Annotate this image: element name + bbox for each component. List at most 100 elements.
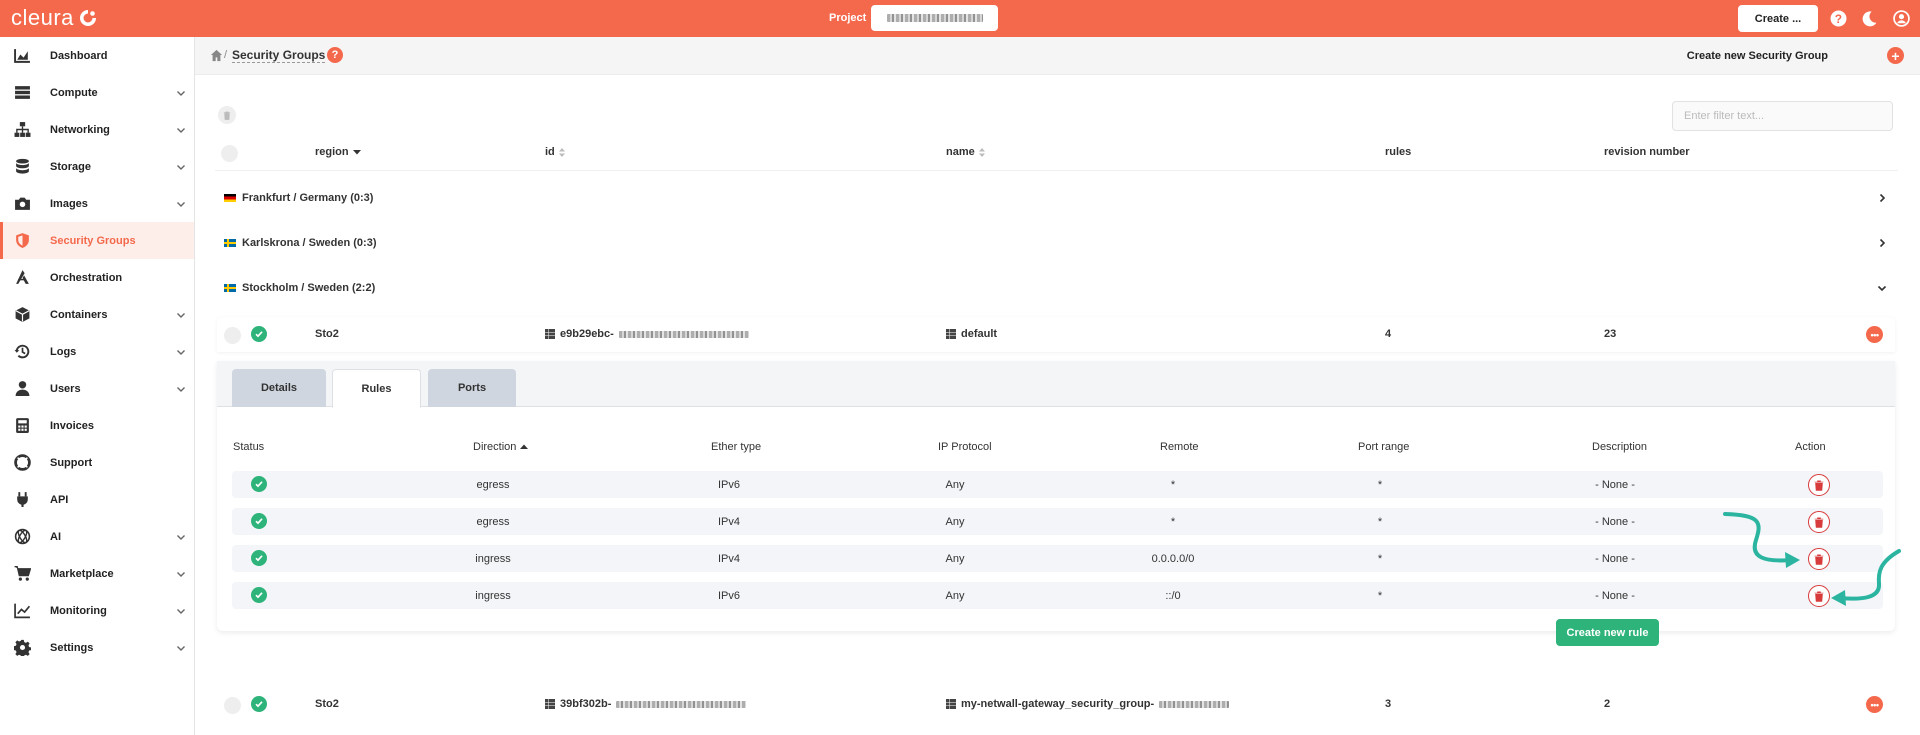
sidebar-item-storage[interactable]: Storage [0,148,194,185]
rule-ether: IPv4 [717,516,741,528]
trash-icon [1814,554,1824,565]
sidebar-item-dashboard[interactable]: Dashboard [0,37,194,74]
table-row[interactable]: Sto2 39bf302b- my-netwall-gateway_securi… [217,687,1895,722]
sidebar-item-containers[interactable]: Containers [0,296,194,333]
home-icon[interactable] [210,49,223,62]
delete-rule-button[interactable] [1808,511,1830,533]
create-rule-button[interactable]: Create new rule [1556,619,1659,646]
sort-desc-icon [352,150,361,155]
select-all-checkbox[interactable] [221,145,238,162]
sidebar-item-orchestration[interactable]: Orchestration [0,259,194,296]
name-cell[interactable]: default [946,328,997,340]
rule-port: * [1377,516,1383,528]
lifebuoy-icon [14,454,31,471]
region-label: Frankfurt / Germany (0:3) [242,192,374,204]
create-button[interactable]: Create ... [1738,5,1818,32]
row-checkbox[interactable] [224,697,241,714]
id-redacted [618,330,749,338]
sidebar-item-label: Marketplace [50,567,114,580]
table-row[interactable]: Sto2 e9b29ebc- default 4 23 ••• [217,317,1895,352]
chevron-right-icon[interactable] [1877,238,1887,248]
help-icon[interactable]: ? [1830,10,1847,27]
rule-description: - None - [1595,553,1635,565]
region-row-frankfurt[interactable]: Frankfurt / Germany (0:3) [224,188,373,208]
sidebar-item-compute[interactable]: Compute [0,74,194,111]
chart-icon [14,49,30,63]
rule-description: - None - [1595,479,1635,491]
trash-icon [1814,591,1824,602]
ai-icon [14,528,31,545]
rule-port: * [1377,479,1383,491]
filter-input[interactable]: Enter filter text... [1672,101,1893,131]
sidebar-item-logs[interactable]: Logs [0,333,194,370]
row-checkbox[interactable] [224,327,241,344]
user-icon[interactable] [1893,10,1910,27]
rule-row: ingress IPv6 Any ::/0 * - None - [232,582,1883,609]
tab-details[interactable]: Details [232,369,326,407]
table-icon [545,699,555,709]
sidebar-item-security-groups[interactable]: Security Groups [0,222,194,259]
id-cell[interactable]: 39bf302b- [545,698,747,710]
delete-rule-button[interactable] [1808,585,1830,607]
sort-icon [558,147,565,157]
sidebar-item-ai[interactable]: AI [0,518,194,555]
sidebar-item-marketplace[interactable]: Marketplace [0,555,194,592]
region-row-karlskrona[interactable]: Karlskrona / Sweden (0:3) [224,233,377,253]
sidebar-item-support[interactable]: Support [0,444,194,481]
security-group-details-panel: Details Rules Ports Status Direction Eth… [217,361,1895,646]
column-header-region[interactable]: region [315,146,361,158]
delete-rule-button[interactable] [1808,548,1830,570]
column-header-id[interactable]: id [545,146,565,158]
column-header-name[interactable]: name [946,146,985,158]
project-select[interactable] [871,5,998,31]
sidebar-item-invoices[interactable]: Invoices [0,407,194,444]
id-value: 39bf302b- [560,698,612,710]
rule-description: - None - [1595,516,1635,528]
shield-icon [16,233,29,248]
chevron-down-icon[interactable] [1877,283,1887,293]
sidebar-item-networking[interactable]: Networking [0,111,194,148]
sidebar-item-label: Dashboard [50,49,108,62]
database-icon [16,158,29,174]
row-actions-button[interactable]: ••• [1866,326,1883,343]
sidebar-item-api[interactable]: API [0,481,194,518]
rule-remote: 0.0.0.0/0 [1151,553,1195,565]
tab-ports[interactable]: Ports [428,369,516,407]
sidebar-item-users[interactable]: Users [0,370,194,407]
rules-cell: 3 [1385,698,1392,710]
sidebar-item-label: Networking [50,123,110,136]
plus-icon[interactable]: + [1887,47,1904,64]
sidebar-item-settings[interactable]: Settings [0,629,194,666]
sidebar-item-monitoring[interactable]: Monitoring [0,592,194,629]
sidebar-item-label: Users [50,382,81,395]
main-content: Enter filter text... region id name rule… [195,75,1920,735]
rules-header-description: Description [1592,441,1648,453]
sidebar-item-images[interactable]: Images [0,185,194,222]
status-ok-icon [251,326,267,342]
bulk-delete-button[interactable] [218,106,236,124]
row-actions-button[interactable]: ••• [1866,696,1883,713]
delete-rule-button[interactable] [1808,474,1830,496]
moon-icon[interactable] [1861,10,1878,27]
orchestration-icon [16,270,29,284]
rule-ether: IPv4 [717,553,741,565]
column-header-rules: rules [1385,146,1411,158]
sidebar-item-label: Compute [50,86,98,99]
rules-header-direction[interactable]: Direction [473,441,529,453]
rule-row: egress IPv4 Any * * - None - [232,508,1883,535]
user-icon [15,381,30,396]
rule-ether: IPv6 [717,479,741,491]
chevron-down-icon [177,312,185,318]
create-security-group-link[interactable]: Create new Security Group [1687,50,1828,62]
rule-direction: ingress [475,553,511,565]
tab-rules[interactable]: Rules [332,369,421,408]
rule-port: * [1377,590,1383,602]
id-cell[interactable]: e9b29ebc- [545,328,749,340]
cleura-logo[interactable]: cleura [11,5,98,31]
help-icon[interactable]: ? [327,47,343,63]
name-cell[interactable]: my-netwall-gateway_security_group- [946,698,1230,710]
trash-icon [1814,480,1824,491]
region-row-stockholm[interactable]: Stockholm / Sweden (2:2) [224,278,375,298]
chevron-down-icon [177,645,185,651]
chevron-right-icon[interactable] [1877,193,1887,203]
